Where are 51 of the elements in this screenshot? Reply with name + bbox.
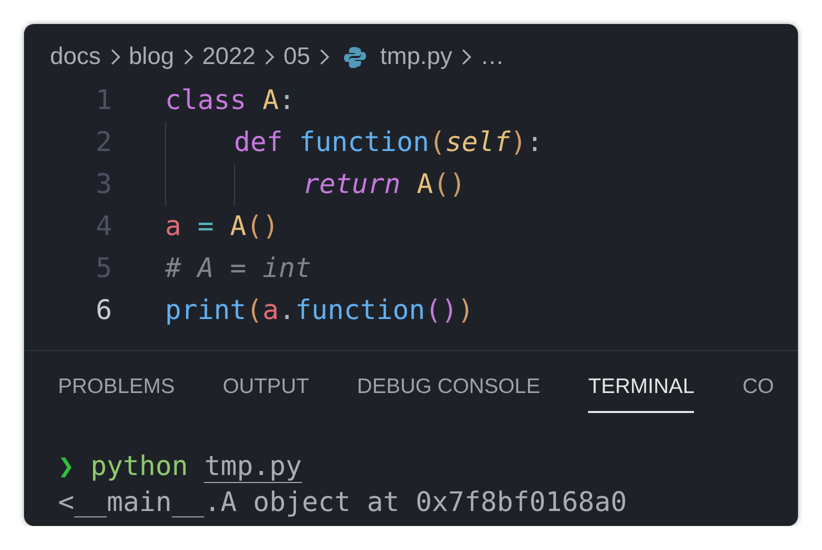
panel-tab[interactable]: OUTPUT: [222, 371, 310, 412]
line-number: 2: [94, 126, 112, 160]
line-number: 6: [94, 294, 112, 328]
code-token: =: [196, 210, 214, 244]
code-token: a: [262, 294, 279, 328]
prompt-symbol: ❯: [58, 450, 74, 482]
terminal-command: python: [90, 450, 188, 482]
chevron-icon: [318, 48, 330, 66]
terminal-output: <__main__.A object at 0x7f8bf0168a0: [58, 486, 628, 520]
code-token: (): [246, 210, 279, 244]
panel-tab[interactable]: CO: [742, 371, 774, 412]
breadcrumb-item[interactable]: blog: [128, 39, 174, 75]
code-token: ): [510, 126, 527, 160]
code-token: return: [303, 168, 401, 202]
breadcrumb-item[interactable]: 05: [283, 39, 310, 75]
line-number: 5: [94, 252, 112, 286]
code-token: :: [526, 126, 543, 160]
code-token: (): [425, 294, 458, 328]
line-number: 3: [94, 168, 112, 202]
python-icon: [344, 46, 366, 68]
breadcrumb-item[interactable]: 2022: [202, 39, 256, 75]
chevron-icon: [460, 48, 472, 66]
more-crumb[interactable]: …: [480, 39, 504, 75]
code-token: ): [458, 294, 474, 328]
breadcrumb-item[interactable]: tmp.py: [380, 39, 452, 75]
code-token: A: [229, 210, 246, 244]
line-number: 1: [94, 84, 112, 118]
chevron-icon: [182, 48, 194, 66]
chevron-icon: [263, 48, 276, 66]
code-token: A: [262, 84, 279, 118]
code-token: function: [295, 294, 426, 328]
code-token: :: [278, 84, 296, 118]
code-token: class: [165, 84, 246, 118]
code-token: .: [278, 294, 296, 328]
panel-tab[interactable]: PROBLEMS: [58, 371, 175, 412]
code-token: (: [429, 126, 446, 160]
code-token: A: [416, 168, 434, 202]
code-token: (: [246, 294, 263, 328]
code-token: # A = int: [165, 252, 312, 286]
chevron-icon: [108, 48, 121, 66]
code-token: function: [298, 126, 430, 160]
code-token: def: [234, 126, 283, 160]
terminal-argument: tmp.py: [204, 450, 302, 482]
breadcrumb-item[interactable]: docs: [50, 39, 101, 75]
code-token: self: [445, 126, 510, 160]
line-number: 4: [94, 210, 112, 244]
code-token: print: [165, 294, 246, 328]
panel-tab[interactable]: DEBUG CONSOLE: [357, 371, 540, 412]
panel-tab[interactable]: TERMINAL: [588, 371, 694, 412]
code-token: a: [165, 210, 182, 244]
code-token: (): [433, 168, 466, 202]
